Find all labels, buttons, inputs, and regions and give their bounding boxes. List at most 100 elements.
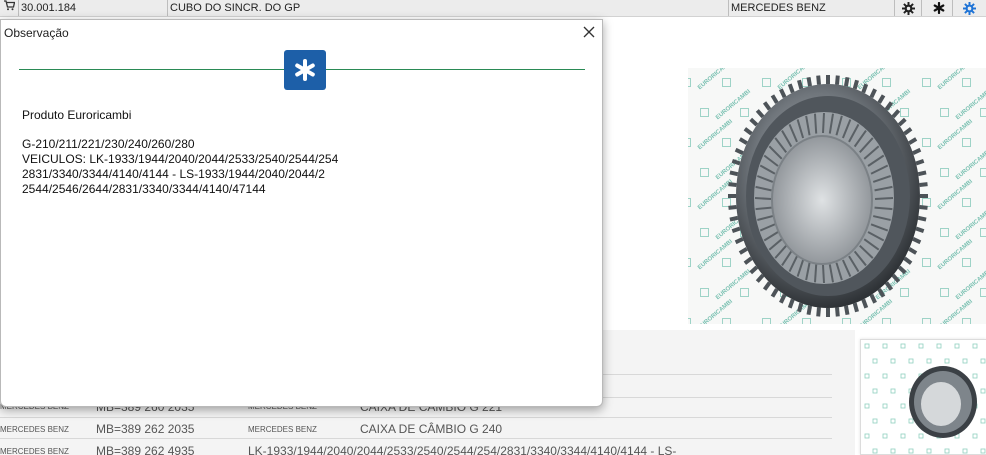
watermark-logo (962, 358, 968, 364)
product-brand: MERCEDES BENZ (731, 2, 826, 14)
product-description: CUBO DO SINCR. DO GP (170, 2, 301, 14)
gear-tooth (835, 75, 840, 85)
watermark-logo (962, 448, 968, 454)
watermark-logo (882, 403, 888, 409)
gear-tooth (908, 137, 918, 145)
watermark-logo (872, 448, 878, 454)
gear-tooth (728, 182, 737, 188)
gear-tooth (749, 117, 759, 127)
gear-tooth (877, 288, 886, 298)
product-code: 30.001.184 (21, 2, 77, 14)
watermark-logo (872, 358, 878, 364)
gear-tooth (843, 305, 850, 316)
watermark-logo (926, 448, 932, 454)
gear-tooth (797, 79, 804, 90)
gear-tooth (835, 307, 840, 317)
gear-tooth (897, 265, 907, 275)
observation-line: Produto Euroricambi (22, 108, 132, 122)
watermark-logo (908, 358, 914, 364)
gear-tooth (816, 75, 821, 85)
gear-tooth (843, 76, 850, 87)
gear-spline (813, 264, 818, 283)
gear-tooth (861, 83, 869, 94)
gear-spline (874, 197, 894, 200)
gear-tooth (912, 147, 922, 155)
ref-application: LK-1933/1944/2040/2044/2533/2540/2544/25… (248, 444, 677, 455)
watermark-logo (864, 343, 870, 349)
watermark-logo (926, 358, 932, 364)
watermark-logo (944, 448, 950, 454)
watermark-logo (908, 418, 914, 424)
ref-code: MB=389 262 4935 (96, 444, 195, 455)
gear-tooth (770, 94, 779, 104)
watermark-logo (872, 388, 878, 394)
close-icon[interactable] (579, 22, 599, 42)
watermark-logo (972, 373, 978, 379)
gear-tooth (729, 170, 739, 177)
gear-spline (813, 113, 818, 134)
gear-tooth (729, 215, 739, 222)
gear-tooth (917, 170, 927, 177)
ref-brand: MERCEDES BENZ (248, 425, 317, 434)
gear-tooth (852, 79, 859, 90)
watermark-logo (980, 418, 986, 424)
watermark-logo (972, 433, 978, 439)
gear-tooth (731, 158, 741, 166)
watermark-logo (890, 358, 896, 364)
gear-tooth (734, 237, 744, 245)
watermark-logo (864, 373, 870, 379)
column-separator (167, 0, 168, 16)
watermark-logo (944, 358, 950, 364)
gear-tooth (915, 226, 925, 234)
gear-tooth (779, 293, 787, 304)
watermark-logo (900, 403, 906, 409)
gear-tooth (891, 109, 901, 119)
gear-tooth (869, 88, 877, 99)
asterisk-icon[interactable] (930, 0, 948, 16)
watermark-logo (900, 373, 906, 379)
watermark-logo (864, 433, 870, 439)
product-thumbnail[interactable] (860, 339, 986, 455)
observation-dialog: Observação Produto Euroricambi G-210/211… (0, 19, 603, 407)
gear-tooth (738, 137, 748, 145)
gear-tooth (787, 298, 795, 309)
gear-icon[interactable] (899, 0, 917, 16)
observation-line: VEICULOS: LK-1933/1944/2040/2044/2533/25… (22, 152, 339, 166)
observation-line: 2544/2546/2644/2831/3340/3344/4140/47144 (22, 182, 266, 196)
gear-tooth (797, 302, 804, 313)
gear-tooth (908, 247, 918, 255)
gear-tooth (779, 88, 787, 99)
watermark-logo (882, 343, 888, 349)
watermark-logo (918, 343, 924, 349)
gear-tooth (884, 281, 894, 291)
watermark-logo (890, 418, 896, 424)
gear-tooth (903, 256, 913, 265)
gear-tooth (919, 182, 928, 188)
settings-cog-icon[interactable] (960, 0, 978, 16)
gear-tooth (738, 247, 748, 255)
watermark-logo (872, 418, 878, 424)
thumbnail-gear-image (864, 343, 986, 454)
watermark-logo (890, 448, 896, 454)
observation-line: G-210/211/221/230/240/260/280 (22, 137, 195, 151)
watermark-logo (900, 433, 906, 439)
gear-tooth (762, 101, 772, 111)
gear-tooth (903, 127, 913, 136)
product-photo[interactable]: EURORICAMBI EURORICAMBI EURORICAMBI EURORIC… (688, 68, 986, 324)
watermark-logo (900, 343, 906, 349)
ref-application: CAIXA DE CÂMBIO G 240 (360, 422, 503, 436)
gear-tooth (743, 127, 753, 136)
column-separator (952, 0, 953, 16)
cart-icon[interactable] (2, 0, 16, 16)
watermark-logo (972, 343, 978, 349)
gear-spline (822, 112, 825, 134)
synchronizer-gear-image (728, 75, 928, 317)
watermark-logo (918, 433, 924, 439)
watermark-logo (980, 358, 986, 364)
gear-tooth (731, 226, 741, 234)
gear-tooth (912, 237, 922, 245)
gear-tooth (734, 147, 744, 155)
gear-tooth (816, 307, 821, 317)
gear-spline (754, 197, 772, 200)
watermark-logo (890, 388, 896, 394)
